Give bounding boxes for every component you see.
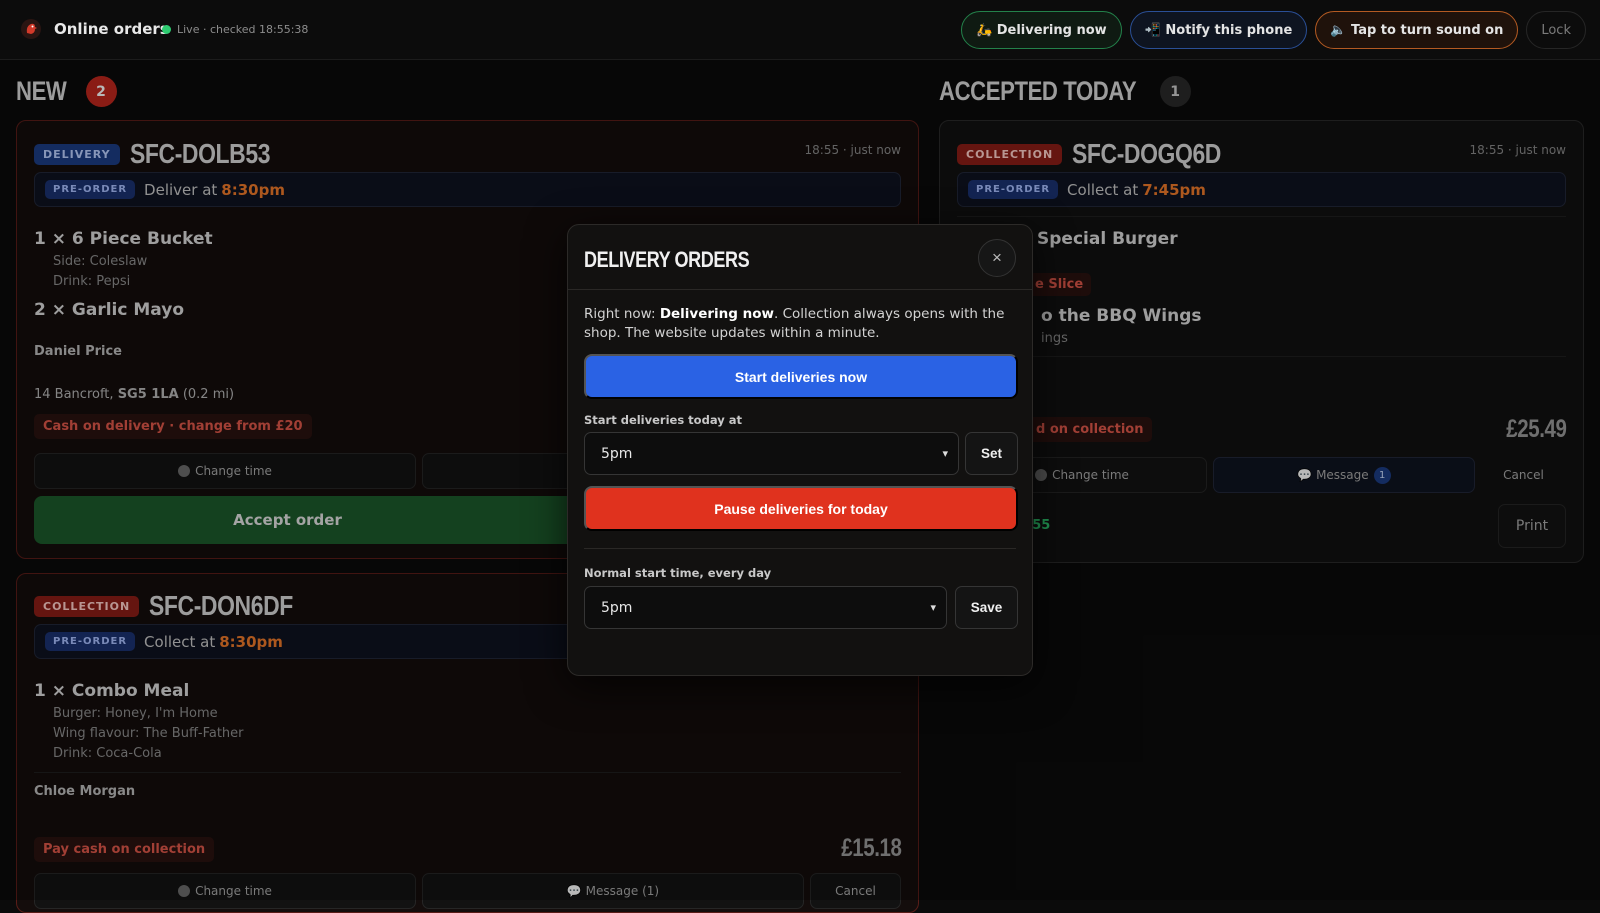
start-deliveries-now-button[interactable]: Start deliveries now xyxy=(584,354,1018,399)
info-prefix: Right now: xyxy=(584,306,660,322)
close-icon[interactable]: × xyxy=(978,239,1016,277)
modal-divider xyxy=(568,289,1032,290)
start-today-value: 5pm xyxy=(601,445,633,462)
notify-phone-button[interactable]: 📲 Notify this phone xyxy=(1129,11,1308,49)
modal-info-text: Right now: Delivering now. Collection al… xyxy=(584,305,1014,343)
normal-start-label: Normal start time, every day xyxy=(584,566,772,580)
normal-start-select[interactable]: 5pm ▾ xyxy=(584,586,947,629)
sound-toggle-button[interactable]: 🔈 Tap to turn sound on xyxy=(1315,11,1519,49)
live-status-text: Live · checked 18:55:38 xyxy=(177,23,309,36)
top-bar: Online orders Live · checked 18:55:38 🛵 … xyxy=(0,0,1600,60)
chevron-down-icon: ▾ xyxy=(930,601,936,614)
app-title: Online orders xyxy=(54,20,169,38)
live-dot-icon xyxy=(162,25,171,34)
set-button[interactable]: Set xyxy=(965,432,1018,475)
chevron-down-icon: ▾ xyxy=(942,447,948,460)
normal-start-value: 5pm xyxy=(601,599,633,616)
delivering-now-button[interactable]: 🛵 Delivering now xyxy=(961,11,1122,49)
lock-button[interactable]: Lock xyxy=(1526,11,1586,49)
pause-deliveries-button[interactable]: Pause deliveries for today xyxy=(584,486,1018,531)
live-status: Live · checked 18:55:38 xyxy=(162,23,308,36)
start-today-label: Start deliveries today at xyxy=(584,413,742,427)
save-button[interactable]: Save xyxy=(955,586,1018,629)
modal-divider xyxy=(584,548,1016,549)
chicken-logo-icon xyxy=(21,19,41,39)
delivery-orders-modal: DELIVERY ORDERS × Right now: Delivering … xyxy=(567,224,1033,676)
modal-title: DELIVERY ORDERS xyxy=(584,247,750,272)
start-today-select[interactable]: 5pm ▾ xyxy=(584,432,959,475)
info-status: Delivering now xyxy=(659,306,775,322)
